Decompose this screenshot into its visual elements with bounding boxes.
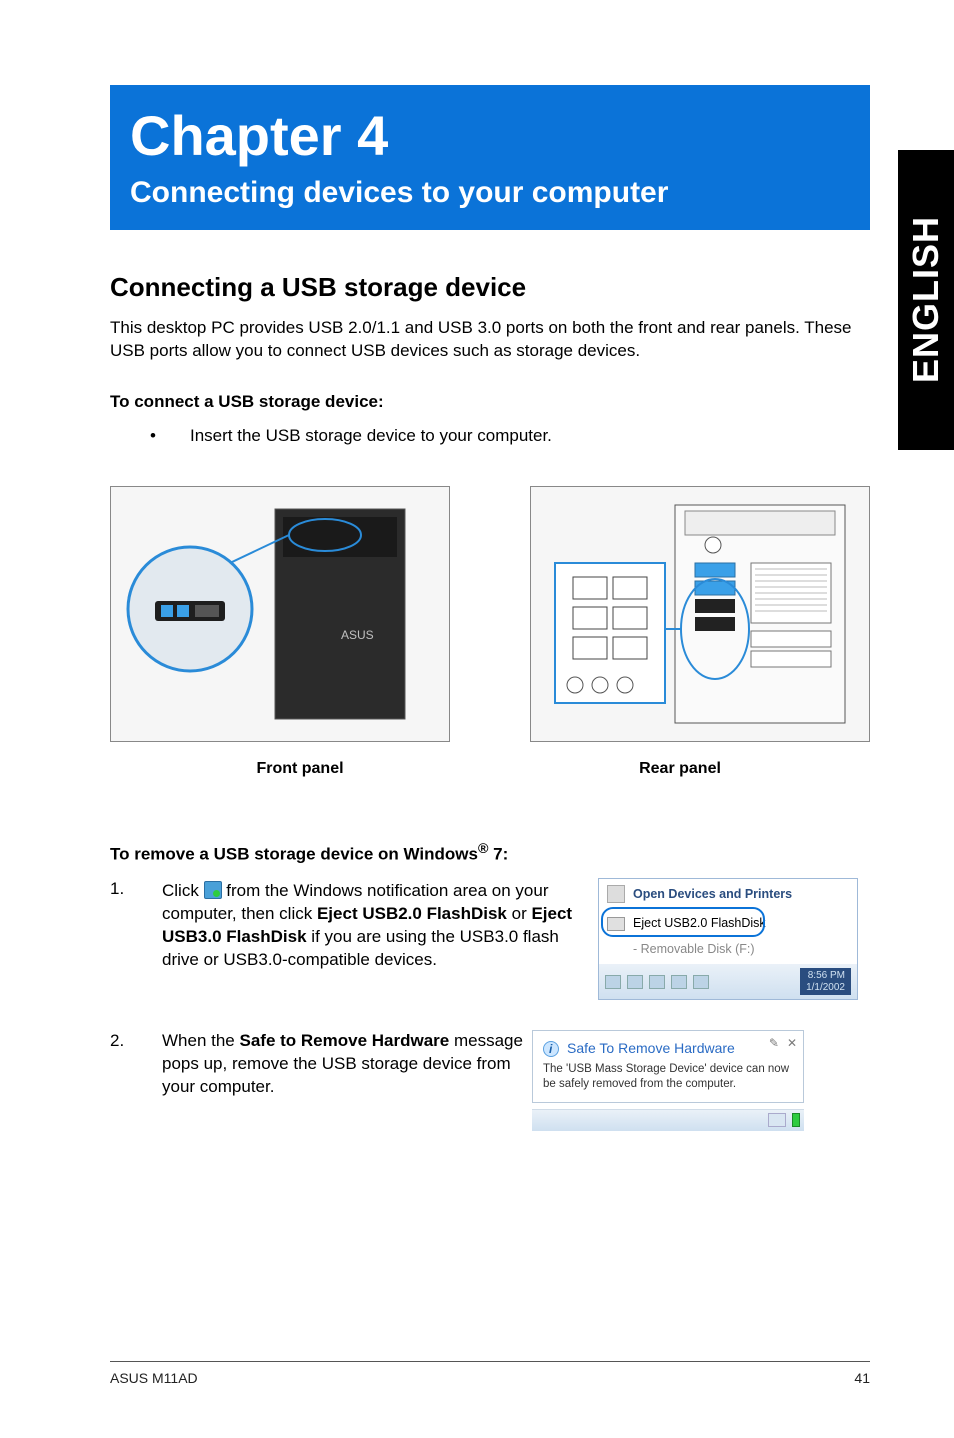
safe-remove-balloon[interactable]: ✎ ✕ Safe To Remove Hardware The 'USB Mas… (532, 1030, 804, 1103)
page-footer: ASUS M11AD 41 (110, 1361, 870, 1386)
safe-remove-balloon-screenshot: ✎ ✕ Safe To Remove Hardware The 'USB Mas… (532, 1030, 804, 1131)
remove-heading-text-a: To remove a USB storage device on Window… (110, 844, 478, 863)
footer-model: ASUS M11AD (110, 1370, 198, 1386)
step-1-body: Click from the Windows notification area… (162, 878, 588, 1000)
system-tray: 8:56 PM 1/1/2002 (599, 964, 857, 999)
open-devices-label: Open Devices and Printers (633, 886, 792, 903)
step-1-row: 1. Click from the Windows notification a… (110, 878, 870, 1000)
language-tab: ENGLISH (898, 150, 954, 450)
step-2-body: When the Safe to Remove Hardware message… (162, 1030, 532, 1131)
language-tab-label: ENGLISH (905, 216, 947, 383)
open-devices-and-printers[interactable]: Open Devices and Printers (599, 879, 857, 909)
tray-clock[interactable]: 8:56 PM 1/1/2002 (800, 968, 851, 995)
tray-time: 8:56 PM (806, 970, 845, 982)
step1-bold-1: Eject USB2.0 FlashDisk (317, 904, 507, 923)
tray-safely-remove-icon[interactable] (792, 1113, 800, 1127)
rear-panel-image (530, 486, 870, 742)
chapter-subtitle: Connecting devices to your computer (130, 176, 850, 210)
rear-panel-illustration (545, 499, 855, 729)
balloon-controls: ✎ ✕ (769, 1035, 797, 1051)
safely-remove-tray-icon (204, 881, 222, 899)
bullet-dot: • (150, 426, 190, 446)
eject-item-label: Eject USB2.0 FlashDisk (633, 915, 766, 932)
eject-usb-flashdisk[interactable]: Eject USB2.0 FlashDisk (599, 909, 857, 938)
info-icon (543, 1041, 559, 1057)
tray-up-arrow-icon[interactable] (605, 975, 621, 989)
connect-subheading: To connect a USB storage device: (110, 391, 870, 414)
front-panel-illustration: ASUS (125, 499, 435, 729)
tray-volume-icon[interactable] (649, 975, 665, 989)
svg-text:ASUS: ASUS (341, 628, 374, 642)
devices-printers-icon (607, 885, 625, 903)
front-panel-image: ASUS (110, 486, 450, 742)
step2-bold: Safe to Remove Hardware (240, 1031, 450, 1050)
front-panel-label: Front panel (130, 760, 470, 778)
registered-mark: ® (478, 841, 488, 857)
panel-images-row: ASUS (110, 486, 870, 742)
eject-menu-screenshot: Open Devices and Printers Eject USB2.0 F… (598, 878, 870, 1000)
tray-collapse-icon[interactable] (768, 1113, 786, 1127)
section-heading: Connecting a USB storage device (110, 272, 870, 303)
remove-subheading: To remove a USB storage device on Window… (110, 840, 870, 867)
footer-page-number: 41 (854, 1370, 870, 1386)
connect-bullet-text: Insert the USB storage device to your co… (190, 426, 552, 446)
chapter-title: Chapter 4 (130, 103, 850, 168)
usb-drive-icon (607, 917, 625, 931)
tray-date: 1/1/2002 (806, 982, 845, 994)
connect-bullet-row: • Insert the USB storage device to your … (150, 426, 870, 446)
chapter-banner: Chapter 4 Connecting devices to your com… (110, 85, 870, 230)
step1-text-c: or (507, 904, 532, 923)
balloon-close-icon[interactable]: ✕ (787, 1035, 797, 1051)
balloon-pin-icon[interactable]: ✎ (769, 1035, 779, 1051)
removable-disk-entry[interactable]: - Removable Disk (F:) (599, 938, 857, 964)
panel-labels-row: Front panel Rear panel (110, 760, 870, 778)
rear-panel-label: Rear panel (510, 760, 850, 778)
step-2-row: 2. When the Safe to Remove Hardware mess… (110, 1030, 870, 1131)
balloon-body-text: The 'USB Mass Storage Device' device can… (543, 1062, 793, 1092)
tray-network-icon[interactable] (693, 975, 709, 989)
tray-flag-icon[interactable] (671, 975, 687, 989)
step-1-number: 1. (110, 878, 162, 1000)
step2-text-a: When the (162, 1031, 240, 1050)
balloon-tray-strip (532, 1109, 804, 1131)
tray-action-center-icon[interactable] (627, 975, 643, 989)
step1-text-a: Click (162, 881, 204, 900)
remove-heading-text-b: 7: (488, 844, 508, 863)
section-intro: This desktop PC provides USB 2.0/1.1 and… (110, 317, 870, 363)
balloon-title: Safe To Remove Hardware (567, 1039, 735, 1058)
step-2-number: 2. (110, 1030, 162, 1131)
